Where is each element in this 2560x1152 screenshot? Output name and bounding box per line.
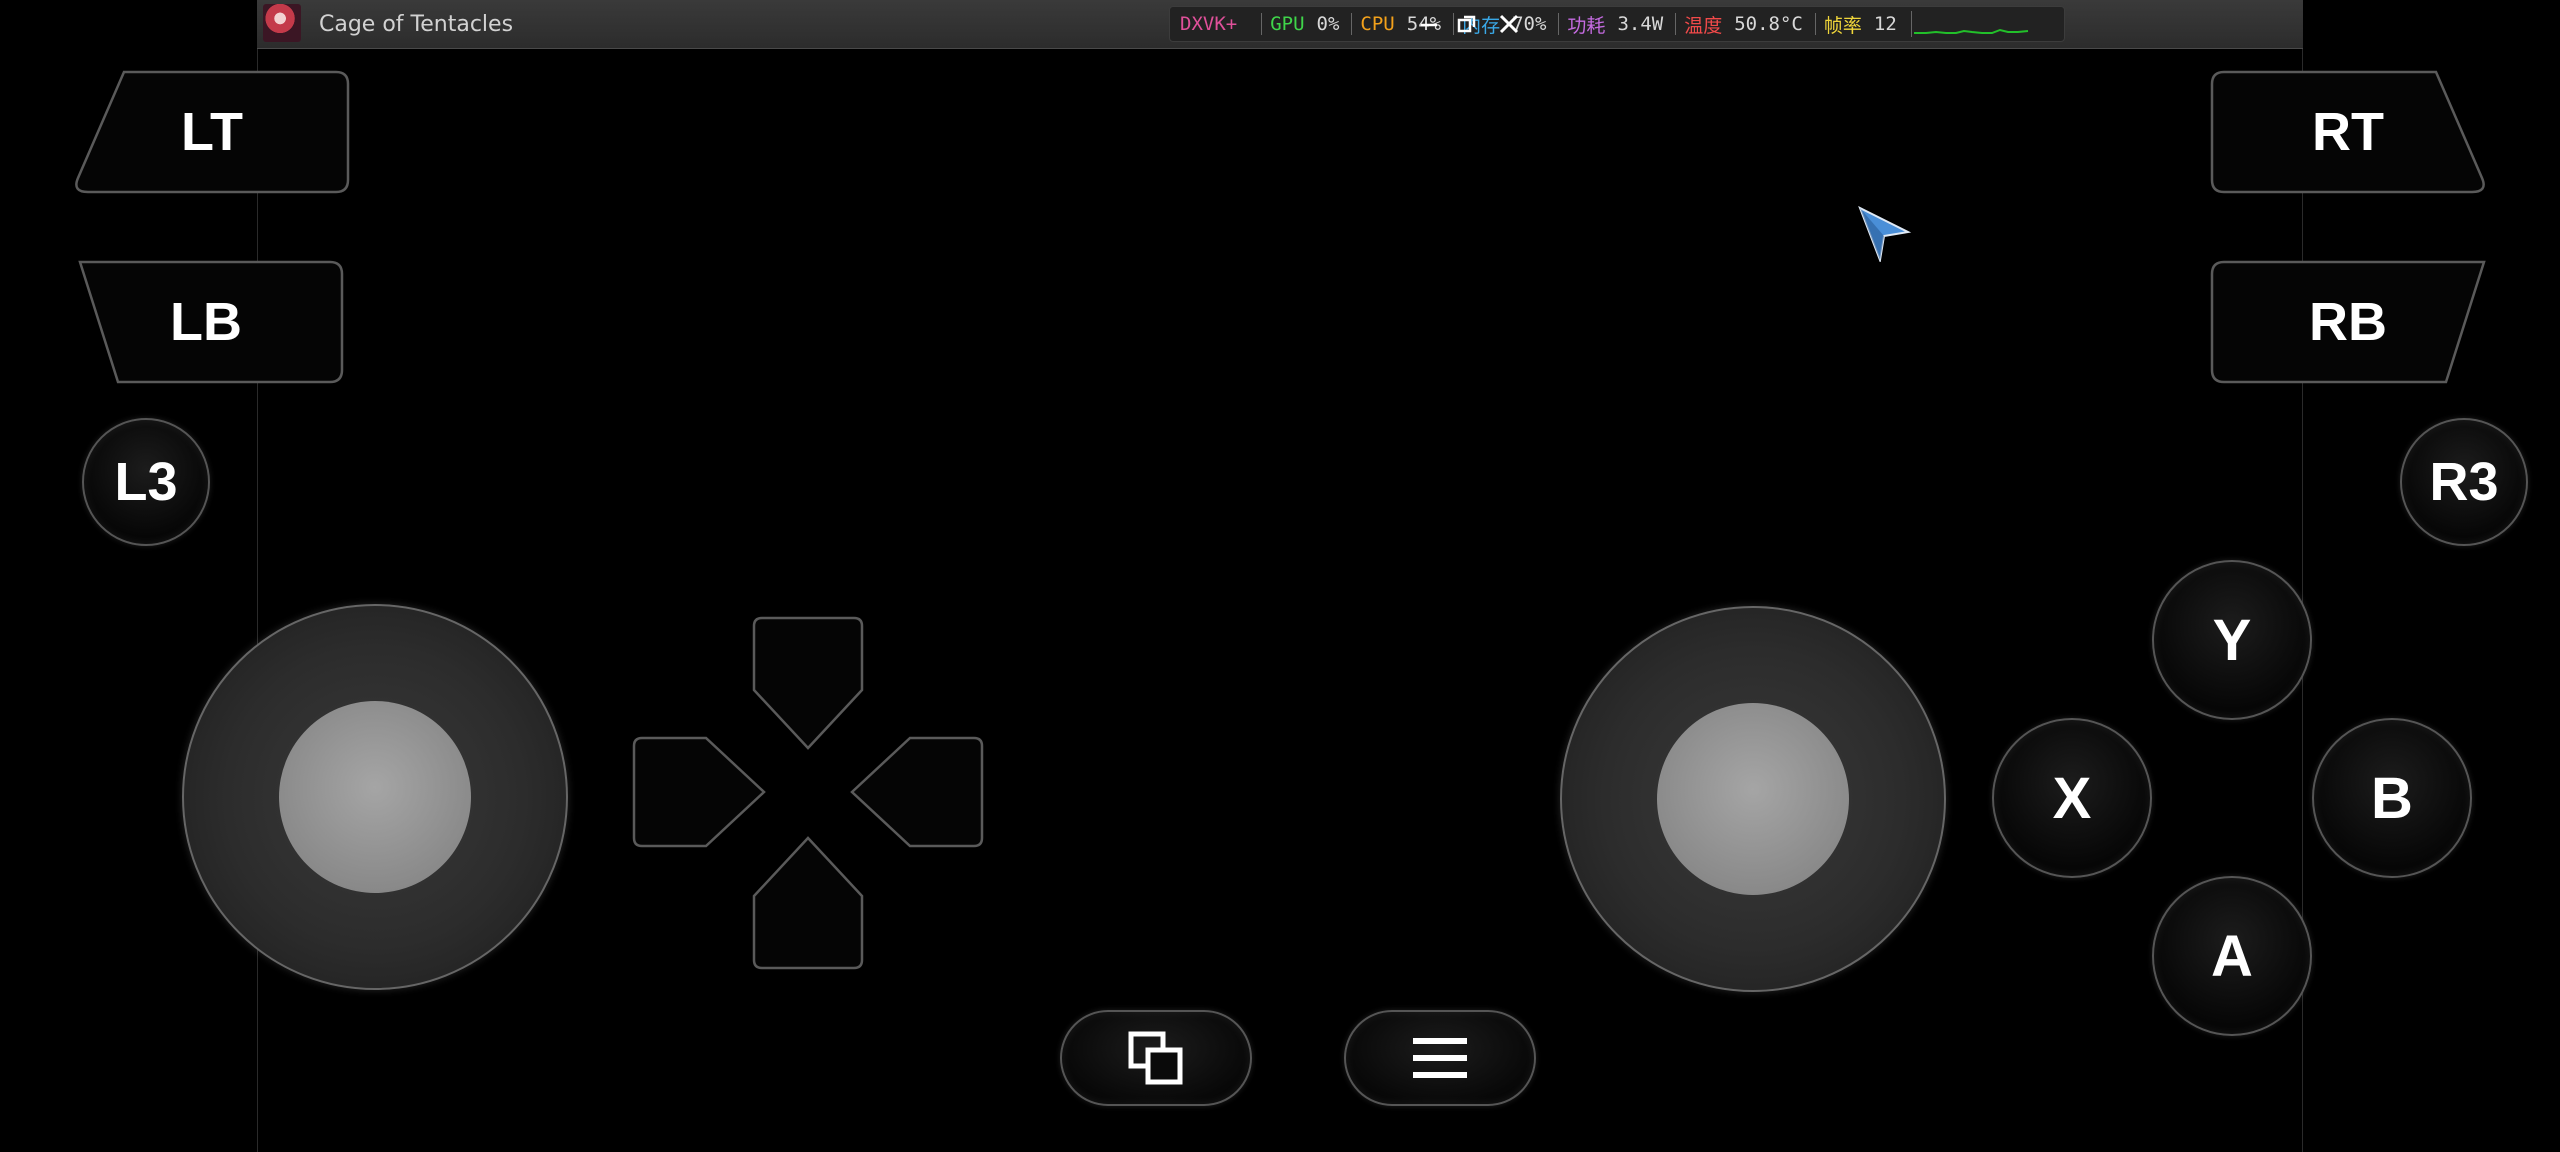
hud-power: 功耗 3.4W [1567, 11, 1663, 38]
l3-label: L3 [114, 452, 178, 512]
dpad-left-button[interactable] [632, 736, 768, 848]
r3-button[interactable]: R3 [2400, 418, 2528, 546]
minimize-icon [1421, 23, 1437, 27]
b-label: B [2371, 765, 2413, 831]
dpad-left-shape [632, 736, 766, 848]
hud-dxvk-label: DXVK+ [1180, 13, 1238, 35]
hud-framerate-label: 帧率 [1823, 14, 1862, 37]
right-stick-base[interactable] [1560, 606, 1946, 992]
b-button[interactable]: B [2312, 718, 2472, 878]
rt-button[interactable]: RT [2208, 68, 2488, 196]
view-windows-icon [1128, 1031, 1183, 1085]
hud-framerate: 帧率 12 [1824, 11, 1897, 38]
r3-label: R3 [2429, 452, 2499, 512]
menu-button[interactable] [1344, 1010, 1536, 1106]
menu-hamburger-icon [1413, 1038, 1467, 1078]
lb-label: LB [170, 292, 242, 352]
hud-separator [1675, 13, 1677, 35]
lt-label: LT [181, 102, 243, 162]
dpad-down-shape [752, 836, 864, 970]
restore-button[interactable] [1447, 4, 1487, 44]
lt-button[interactable]: LT [72, 68, 352, 196]
close-button[interactable] [1489, 4, 1529, 44]
dpad-up-button[interactable] [752, 616, 864, 752]
x-label: X [2052, 765, 2092, 831]
dpad-down-button[interactable] [752, 834, 864, 970]
hud-gpu-label: GPU [1270, 13, 1305, 35]
hud-gpu: GPU 0% [1270, 13, 1339, 35]
window-title: Cage of Tentacles [319, 12, 514, 37]
hud-temperature: 温度 50.8°C [1684, 11, 1803, 38]
l3-button[interactable]: L3 [82, 418, 210, 546]
title-bar: Cage of Tentacles DXVK+ GPU 0% CPU 54% 内… [257, 0, 2303, 49]
hud-dxvk: DXVK+ [1180, 13, 1249, 35]
hud-cpu-label: CPU [1360, 13, 1395, 35]
hud-separator [1558, 13, 1560, 35]
hud-temperature-value: 50.8°C [1734, 13, 1803, 35]
dpad-right-shape [850, 736, 984, 848]
hud-separator [1351, 13, 1353, 35]
framerate-graph [1910, 11, 2028, 37]
minimize-button[interactable] [1409, 4, 1449, 44]
rt-label: RT [2312, 102, 2384, 162]
app-icon [263, 4, 301, 42]
dpad-up-shape [752, 616, 864, 750]
rb-button[interactable]: RB [2208, 258, 2488, 386]
right-stick-knob[interactable] [1657, 703, 1849, 895]
a-label: A [2211, 923, 2253, 989]
hud-framerate-value: 12 [1873, 13, 1897, 35]
hud-temperature-label: 温度 [1684, 14, 1723, 37]
rb-label: RB [2309, 292, 2387, 352]
x-button[interactable]: X [1992, 718, 2152, 878]
close-icon [1499, 14, 1519, 34]
dpad-right-button[interactable] [848, 736, 984, 848]
hud-separator [1261, 13, 1263, 35]
y-button[interactable]: Y [2152, 560, 2312, 720]
y-label: Y [2212, 607, 2252, 673]
mouse-cursor-icon [1858, 206, 1912, 262]
a-button[interactable]: A [2152, 876, 2312, 1036]
restore-icon [1457, 15, 1476, 33]
performance-hud: DXVK+ GPU 0% CPU 54% 内存 70% 功耗 3.4W 温度 5… [1169, 6, 2065, 42]
left-stick-base[interactable] [182, 604, 568, 990]
left-stick-knob[interactable] [279, 701, 471, 893]
hud-power-value: 3.4W [1617, 13, 1664, 35]
lb-button[interactable]: LB [66, 258, 346, 386]
hud-separator [1814, 13, 1816, 35]
view-button[interactable] [1060, 1010, 1252, 1106]
hud-gpu-value: 0% [1316, 13, 1340, 35]
hud-power-label: 功耗 [1567, 14, 1606, 37]
